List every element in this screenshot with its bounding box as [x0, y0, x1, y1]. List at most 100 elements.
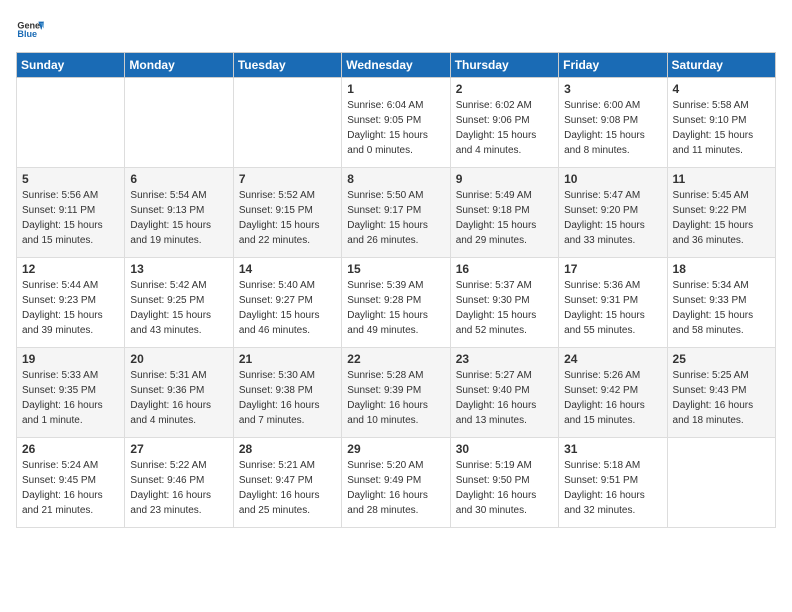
day-number: 7 [239, 172, 336, 186]
day-info: Sunrise: 5:19 AMSunset: 9:50 PMDaylight:… [456, 458, 553, 518]
day-info: Sunrise: 5:37 AMSunset: 9:30 PMDaylight:… [456, 278, 553, 338]
day-number: 15 [347, 262, 444, 276]
svg-text:Blue: Blue [17, 29, 37, 39]
day-info: Sunrise: 6:04 AMSunset: 9:05 PMDaylight:… [347, 98, 444, 158]
day-number: 1 [347, 82, 444, 96]
day-info: Sunrise: 5:56 AMSunset: 9:11 PMDaylight:… [22, 188, 119, 248]
day-number: 8 [347, 172, 444, 186]
day-number: 28 [239, 442, 336, 456]
calendar-cell: 22 Sunrise: 5:28 AMSunset: 9:39 PMDayligh… [342, 348, 450, 438]
day-info: Sunrise: 5:44 AMSunset: 9:23 PMDaylight:… [22, 278, 119, 338]
calendar-cell: 11 Sunrise: 5:45 AMSunset: 9:22 PMDayligh… [667, 168, 775, 258]
calendar-cell: 10 Sunrise: 5:47 AMSunset: 9:20 PMDayligh… [559, 168, 667, 258]
calendar-cell: 16 Sunrise: 5:37 AMSunset: 9:30 PMDayligh… [450, 258, 558, 348]
day-info: Sunrise: 5:40 AMSunset: 9:27 PMDaylight:… [239, 278, 336, 338]
day-info: Sunrise: 5:24 AMSunset: 9:45 PMDaylight:… [22, 458, 119, 518]
calendar-cell: 31Sunrise: 5:18 AMSunset: 9:51 PMDayligh… [559, 438, 667, 528]
calendar-cell: 9Sunrise: 5:49 AMSunset: 9:18 PMDaylight… [450, 168, 558, 258]
day-number: 13 [130, 262, 227, 276]
day-number: 11 [673, 172, 770, 186]
calendar-week-row: 5Sunrise: 5:56 AMSunset: 9:11 PMDaylight… [17, 168, 776, 258]
logo-icon: General Blue [16, 16, 44, 44]
calendar-cell [17, 78, 125, 168]
day-info: Sunrise: 5:50 AMSunset: 9:17 PMDaylight:… [347, 188, 444, 248]
calendar-cell: 24Sunrise: 5:26 AMSunset: 9:42 PMDayligh… [559, 348, 667, 438]
day-number: 29 [347, 442, 444, 456]
day-number: 6 [130, 172, 227, 186]
calendar-cell: 13 Sunrise: 5:42 AMSunset: 9:25 PMDayligh… [125, 258, 233, 348]
day-number: 18 [673, 262, 770, 276]
day-info: Sunrise: 5:30 AMSunset: 9:38 PMDaylight:… [239, 368, 336, 428]
page-header: General Blue [16, 16, 776, 44]
logo: General Blue [16, 16, 44, 44]
day-info: Sunrise: 5:52 AMSunset: 9:15 PMDaylight:… [239, 188, 336, 248]
calendar-cell: 4 Sunrise: 5:58 AMSunset: 9:10 PMDaylight… [667, 78, 775, 168]
day-number: 30 [456, 442, 553, 456]
day-number: 2 [456, 82, 553, 96]
day-number: 21 [239, 352, 336, 366]
day-info: Sunrise: 5:28 AMSunset: 9:39 PMDaylight:… [347, 368, 444, 428]
calendar-cell: 1 Sunrise: 6:04 AMSunset: 9:05 PMDaylight… [342, 78, 450, 168]
calendar-cell: 29 Sunrise: 5:20 AMSunset: 9:49 PMDayligh… [342, 438, 450, 528]
calendar-cell: 26 Sunrise: 5:24 AMSunset: 9:45 PMDayligh… [17, 438, 125, 528]
day-number: 20 [130, 352, 227, 366]
calendar-cell: 8 Sunrise: 5:50 AMSunset: 9:17 PMDaylight… [342, 168, 450, 258]
day-info: Sunrise: 5:39 AMSunset: 9:28 PMDaylight:… [347, 278, 444, 338]
day-info: Sunrise: 5:47 AMSunset: 9:20 PMDaylight:… [564, 188, 661, 248]
day-info: Sunrise: 5:36 AMSunset: 9:31 PMDaylight:… [564, 278, 661, 338]
calendar-cell: 27 Sunrise: 5:22 AMSunset: 9:46 PMDayligh… [125, 438, 233, 528]
day-info: Sunrise: 5:49 AMSunset: 9:18 PMDaylight:… [456, 188, 553, 248]
calendar-cell: 12Sunrise: 5:44 AMSunset: 9:23 PMDayligh… [17, 258, 125, 348]
calendar-cell: 3Sunrise: 6:00 AMSunset: 9:08 PMDaylight… [559, 78, 667, 168]
day-info: Sunrise: 5:22 AMSunset: 9:46 PMDaylight:… [130, 458, 227, 518]
day-number: 26 [22, 442, 119, 456]
weekday-header-friday: Friday [559, 53, 667, 78]
day-number: 16 [456, 262, 553, 276]
day-info: Sunrise: 5:33 AMSunset: 9:35 PMDaylight:… [22, 368, 119, 428]
weekday-header-row: SundayMondayTuesdayWednesdayThursdayFrid… [17, 53, 776, 78]
day-info: Sunrise: 5:26 AMSunset: 9:42 PMDaylight:… [564, 368, 661, 428]
day-number: 4 [673, 82, 770, 96]
day-number: 10 [564, 172, 661, 186]
weekday-header-sunday: Sunday [17, 53, 125, 78]
day-info: Sunrise: 5:18 AMSunset: 9:51 PMDaylight:… [564, 458, 661, 518]
weekday-header-tuesday: Tuesday [233, 53, 341, 78]
calendar-week-row: 12Sunrise: 5:44 AMSunset: 9:23 PMDayligh… [17, 258, 776, 348]
day-info: Sunrise: 6:00 AMSunset: 9:08 PMDaylight:… [564, 98, 661, 158]
day-number: 25 [673, 352, 770, 366]
weekday-header-monday: Monday [125, 53, 233, 78]
calendar-cell: 5Sunrise: 5:56 AMSunset: 9:11 PMDaylight… [17, 168, 125, 258]
calendar-cell [667, 438, 775, 528]
calendar-cell: 19 Sunrise: 5:33 AMSunset: 9:35 PMDayligh… [17, 348, 125, 438]
day-info: Sunrise: 5:42 AMSunset: 9:25 PMDaylight:… [130, 278, 227, 338]
day-number: 27 [130, 442, 227, 456]
weekday-header-saturday: Saturday [667, 53, 775, 78]
calendar-cell: 15 Sunrise: 5:39 AMSunset: 9:28 PMDayligh… [342, 258, 450, 348]
day-number: 19 [22, 352, 119, 366]
calendar-cell: 28Sunrise: 5:21 AMSunset: 9:47 PMDayligh… [233, 438, 341, 528]
calendar-week-row: 1 Sunrise: 6:04 AMSunset: 9:05 PMDaylight… [17, 78, 776, 168]
calendar-cell: 18 Sunrise: 5:34 AMSunset: 9:33 PMDayligh… [667, 258, 775, 348]
calendar-cell: 2 Sunrise: 6:02 AMSunset: 9:06 PMDaylight… [450, 78, 558, 168]
day-info: Sunrise: 5:31 AMSunset: 9:36 PMDaylight:… [130, 368, 227, 428]
calendar-cell [125, 78, 233, 168]
calendar-cell: 23Sunrise: 5:27 AMSunset: 9:40 PMDayligh… [450, 348, 558, 438]
calendar-cell: 30 Sunrise: 5:19 AMSunset: 9:50 PMDayligh… [450, 438, 558, 528]
weekday-header-wednesday: Wednesday [342, 53, 450, 78]
calendar-cell: 6 Sunrise: 5:54 AMSunset: 9:13 PMDaylight… [125, 168, 233, 258]
calendar-cell: 14 Sunrise: 5:40 AMSunset: 9:27 PMDayligh… [233, 258, 341, 348]
weekday-header-thursday: Thursday [450, 53, 558, 78]
day-info: Sunrise: 6:02 AMSunset: 9:06 PMDaylight:… [456, 98, 553, 158]
day-info: Sunrise: 5:27 AMSunset: 9:40 PMDaylight:… [456, 368, 553, 428]
calendar-cell: 25 Sunrise: 5:25 AMSunset: 9:43 PMDayligh… [667, 348, 775, 438]
day-number: 17 [564, 262, 661, 276]
calendar-cell: 21 Sunrise: 5:30 AMSunset: 9:38 PMDayligh… [233, 348, 341, 438]
day-info: Sunrise: 5:45 AMSunset: 9:22 PMDaylight:… [673, 188, 770, 248]
day-info: Sunrise: 5:54 AMSunset: 9:13 PMDaylight:… [130, 188, 227, 248]
day-info: Sunrise: 5:58 AMSunset: 9:10 PMDaylight:… [673, 98, 770, 158]
day-number: 14 [239, 262, 336, 276]
day-info: Sunrise: 5:34 AMSunset: 9:33 PMDaylight:… [673, 278, 770, 338]
day-number: 22 [347, 352, 444, 366]
day-info: Sunrise: 5:20 AMSunset: 9:49 PMDaylight:… [347, 458, 444, 518]
day-info: Sunrise: 5:25 AMSunset: 9:43 PMDaylight:… [673, 368, 770, 428]
